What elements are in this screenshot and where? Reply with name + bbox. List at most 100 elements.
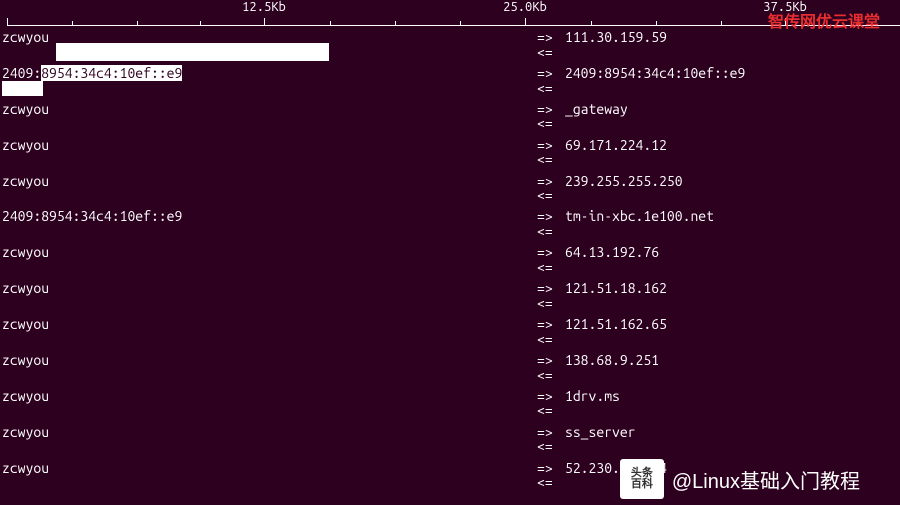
connection-row: zcwyou=>_gateway xyxy=(2,102,900,117)
connection-row-return: <= xyxy=(2,152,900,167)
connection-row: zcwyou=>121.51.162.65 xyxy=(2,317,900,332)
connection-row-return: <= xyxy=(2,332,900,347)
arrow-out: => xyxy=(537,353,565,368)
source-host: zcwyou xyxy=(2,174,537,189)
connection-row-return: <= xyxy=(2,188,900,203)
connection-row: zcwyou=>121.51.18.162 xyxy=(2,281,900,296)
redaction-box xyxy=(2,81,43,96)
source-host: 2409:8954:34c4:10ef::e9 xyxy=(2,209,537,224)
scale-left-edge xyxy=(7,18,8,25)
scale-tick-label: 12.5Kb xyxy=(242,0,286,14)
watermark-badge-icon: 头条 百科 xyxy=(620,459,664,499)
redaction-box xyxy=(56,43,329,61)
connection-list: zcwyou=>111.30.159.59<=2409:8954:34c4:10… xyxy=(0,30,900,496)
destination-empty xyxy=(565,188,900,203)
destination-host: 121.51.162.65 xyxy=(565,317,900,332)
source-empty xyxy=(2,116,537,131)
scale-minor-tick xyxy=(591,21,592,25)
destination-empty xyxy=(565,296,900,311)
connection-row-return: <= xyxy=(2,260,900,275)
destination-host: _gateway xyxy=(565,102,900,117)
connection-row-return: <= xyxy=(2,403,900,418)
source-empty xyxy=(2,296,537,311)
source-host: zcwyou xyxy=(2,245,537,260)
arrow-in: <= xyxy=(537,403,565,418)
source-empty xyxy=(2,368,537,383)
destination-host: 69.171.224.12 xyxy=(565,138,900,153)
arrow-out: => xyxy=(537,138,565,153)
connection-row: zcwyou=>ss_server xyxy=(2,425,900,440)
destination-host: 239.255.255.250 xyxy=(565,174,900,189)
source-host: zcwyou xyxy=(2,389,537,404)
arrow-out: => xyxy=(537,245,565,260)
destination-empty xyxy=(565,152,900,167)
connection-row-return: <= xyxy=(2,81,900,96)
destination-host: 111.30.159.59 xyxy=(565,30,900,45)
destination-empty xyxy=(565,45,900,60)
destination-empty xyxy=(565,332,900,347)
source-host: zcwyou xyxy=(2,425,537,440)
source-host: zcwyou xyxy=(2,353,537,368)
connection-row-return: <= xyxy=(2,116,900,131)
destination-host: 138.68.9.251 xyxy=(565,353,900,368)
arrow-in: <= xyxy=(537,260,565,275)
arrow-in: <= xyxy=(537,224,565,239)
arrow-in: <= xyxy=(537,368,565,383)
bandwidth-scale: 12.5Kb25.0Kb37.5Kb 智传网优云课堂 xyxy=(0,0,900,30)
connection-row-return: <= xyxy=(2,368,900,383)
connection-row-return: <= xyxy=(2,296,900,311)
source-host: zcwyou xyxy=(2,102,537,117)
connection-row: zcwyou=>64.13.192.76 xyxy=(2,245,900,260)
scale-minor-tick xyxy=(460,21,461,25)
connection-row-return: <= xyxy=(2,224,900,239)
scale-minor-tick xyxy=(330,21,331,25)
source-host: zcwyou xyxy=(2,317,537,332)
source-empty xyxy=(2,81,537,96)
destination-host: 2409:8954:34c4:10ef::e9 xyxy=(565,66,900,81)
destination-host: ss_server xyxy=(565,425,900,440)
destination-host: 64.13.192.76 xyxy=(565,245,900,260)
scale-tick-line xyxy=(264,18,265,25)
source-host: zcwyou xyxy=(2,138,537,153)
destination-empty xyxy=(565,403,900,418)
source-host: zcwyou xyxy=(2,461,537,476)
arrow-out: => xyxy=(537,209,565,224)
arrow-in: <= xyxy=(537,475,565,490)
destination-empty xyxy=(565,260,900,275)
arrow-out: => xyxy=(537,30,565,45)
source-empty xyxy=(2,332,537,347)
arrow-out: => xyxy=(537,425,565,440)
scale-tick-label: 25.0Kb xyxy=(503,0,547,14)
arrow-in: <= xyxy=(537,296,565,311)
arrow-out: => xyxy=(537,461,565,476)
scale-minor-tick xyxy=(656,21,657,25)
source-empty xyxy=(2,224,537,239)
scale-baseline xyxy=(7,25,900,26)
scale-minor-tick xyxy=(72,21,73,25)
destination-host: 121.51.18.162 xyxy=(565,281,900,296)
scale-minor-tick xyxy=(395,21,396,25)
highlighted-text: 8954:34c4:10ef::e9 xyxy=(41,65,182,81)
destination-empty xyxy=(565,224,900,239)
connection-row: zcwyou=>1drv.ms xyxy=(2,389,900,404)
arrow-out: => xyxy=(537,174,565,189)
source-host: zcwyou xyxy=(2,281,537,296)
source-host: 2409:8954:34c4:10ef::e9 xyxy=(2,66,537,81)
arrow-out: => xyxy=(537,317,565,332)
arrow-in: <= xyxy=(537,332,565,347)
connection-row: 2409:8954:34c4:10ef::e9=>tm-in-xbc.1e100… xyxy=(2,209,900,224)
watermark-bottom-text: @Linux基础入门教程 xyxy=(672,465,860,494)
connection-row: 2409:8954:34c4:10ef::e9=>2409:8954:34c4:… xyxy=(2,66,900,81)
source-empty xyxy=(2,45,537,60)
connection-row-return: <= xyxy=(2,45,900,60)
arrow-out: => xyxy=(537,389,565,404)
arrow-in: <= xyxy=(537,152,565,167)
scale-tick-line xyxy=(525,18,526,25)
arrow-out: => xyxy=(537,66,565,81)
destination-empty xyxy=(565,81,900,96)
source-empty xyxy=(2,188,537,203)
destination-empty xyxy=(565,439,900,454)
source-empty xyxy=(2,260,537,275)
arrow-in: <= xyxy=(537,188,565,203)
source-empty xyxy=(2,439,537,454)
